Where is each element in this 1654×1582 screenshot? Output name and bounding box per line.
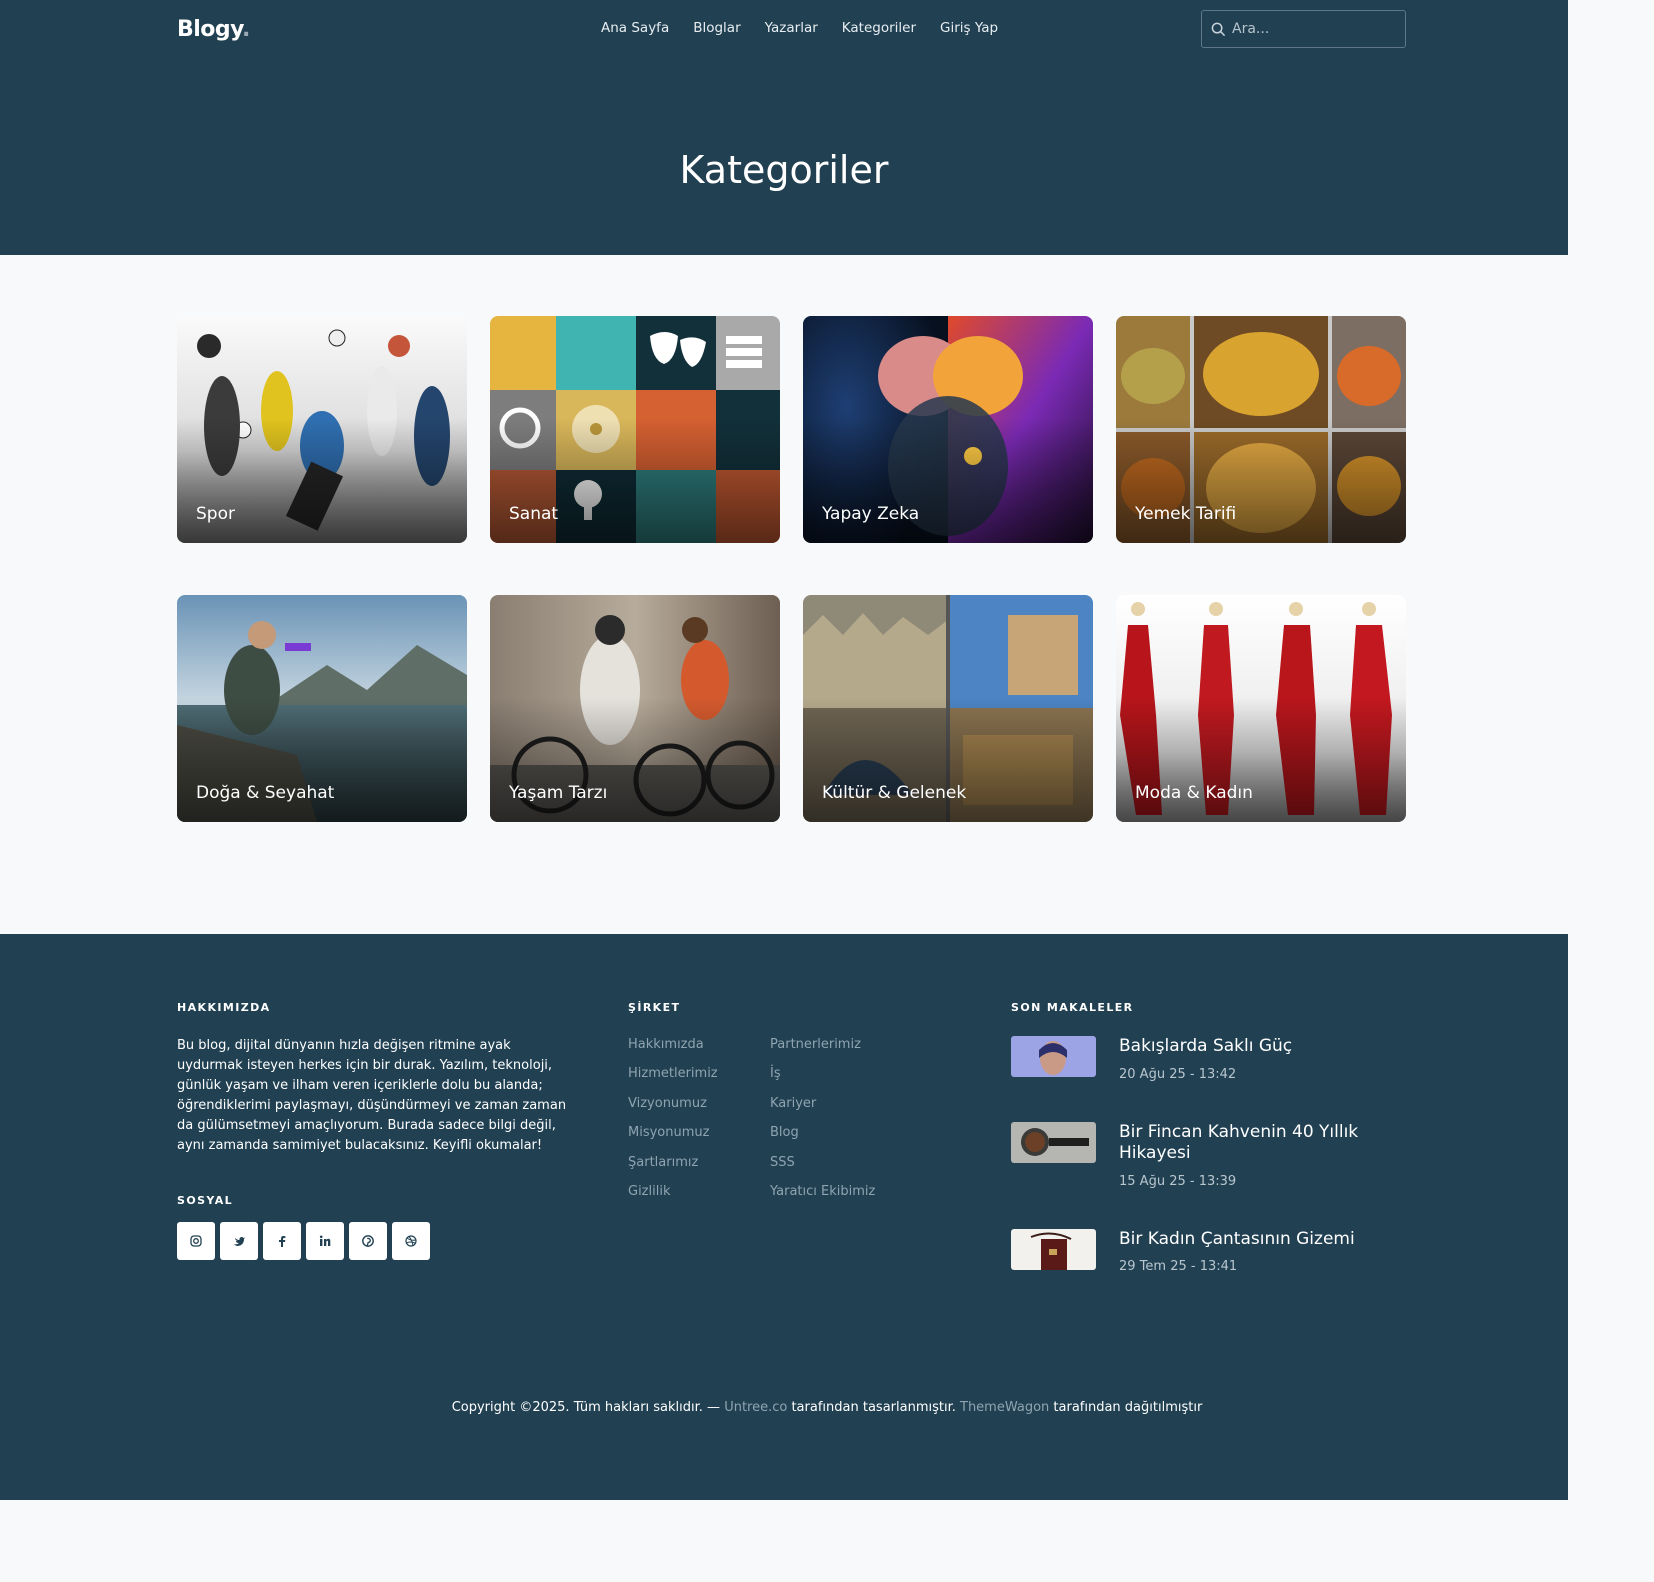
nav-authors[interactable]: Yazarlar (765, 20, 818, 36)
nav-home[interactable]: Ana Sayfa (601, 20, 669, 36)
main-menu: Ana Sayfa Bloglar Yazarlar Kategoriler G… (601, 20, 998, 36)
social-heading: SOSYAL (177, 1194, 234, 1207)
category-card-doga-seyahat[interactable]: Doğa & Seyahat (177, 595, 467, 822)
footer-link-hizmetlerimiz[interactable]: Hizmetlerimiz (628, 1066, 718, 1095)
post-title[interactable]: Bir Kadın Çantasının Gizemi (1119, 1229, 1389, 1250)
footer-link-hakkimizda[interactable]: Hakkımızda (628, 1037, 718, 1066)
category-label: Spor (196, 504, 235, 524)
dribbble-icon[interactable] (392, 1222, 430, 1260)
category-card-moda-kadin[interactable]: Moda & Kadın (1116, 595, 1406, 822)
distributor-suffix: tarafından dağıtılmıştır (1049, 1400, 1203, 1415)
page-title: Kategoriler (679, 148, 889, 192)
category-grid: Spor Sanat Yapay Zeka Yemek Tarifi Doğa … (177, 316, 1406, 822)
post-date: 29 Tem 25 - 13:41 (1119, 1259, 1238, 1274)
company-links-col1: Hakkımızda Hizmetlerimiz Vizyonumuz Misy… (628, 1037, 718, 1213)
footer-link-gizlilik[interactable]: Gizlilik (628, 1184, 718, 1213)
category-label: Yaşam Tarzı (509, 783, 608, 803)
category-label: Doğa & Seyahat (196, 783, 335, 803)
about-text: Bu blog, dijital dünyanın hızla değişen … (177, 1038, 567, 1153)
logo-text: Blogy (177, 17, 243, 42)
pinterest-icon[interactable] (349, 1222, 387, 1260)
hero-header: Blogy. Ana Sayfa Bloglar Yazarlar Katego… (0, 0, 1568, 255)
category-label: Kültür & Gelenek (822, 783, 967, 803)
footer-link-misyonumuz[interactable]: Misyonumuz (628, 1125, 718, 1154)
search-icon (1211, 22, 1226, 36)
footer-link-is[interactable]: İş (770, 1066, 875, 1095)
post-thumbnail (1011, 1036, 1096, 1077)
category-label: Yapay Zeka (822, 504, 920, 524)
site-footer (0, 934, 1568, 1500)
post-thumbnail (1011, 1229, 1096, 1270)
facebook-icon[interactable] (263, 1222, 301, 1260)
site-logo[interactable]: Blogy. (177, 17, 250, 42)
company-links-col2: Partnerlerimiz İş Kariyer Blog SSS Yarat… (770, 1037, 875, 1213)
category-label: Moda & Kadın (1135, 783, 1253, 803)
category-label: Sanat (509, 504, 559, 524)
post-thumbnail (1011, 1122, 1096, 1163)
footer-link-vizyonumuz[interactable]: Vizyonumuz (628, 1096, 718, 1125)
category-card-sanat[interactable]: Sanat (490, 316, 780, 543)
category-card-yemek-tarifi[interactable]: Yemek Tarifi (1116, 316, 1406, 543)
category-card-spor[interactable]: Spor (177, 316, 467, 543)
logo-dot: . (242, 17, 250, 42)
company-heading: ŞİRKET (628, 1001, 681, 1014)
category-label: Yemek Tarifi (1135, 504, 1237, 524)
instagram-icon[interactable] (177, 1222, 215, 1260)
distributor-link[interactable]: ThemeWagon (960, 1400, 1049, 1415)
nav-categories[interactable]: Kategoriler (842, 20, 916, 36)
footer-link-partnerlerimiz[interactable]: Partnerlerimiz (770, 1037, 875, 1066)
post-date: 20 Ağu 25 - 13:42 (1119, 1067, 1237, 1082)
footer-link-sartlarimiz[interactable]: Şartlarımız (628, 1155, 718, 1184)
about-heading: HAKKIMIZDA (177, 1001, 271, 1014)
search-box[interactable] (1201, 10, 1406, 48)
top-navbar: Blogy. Ana Sayfa Bloglar Yazarlar Katego… (0, 0, 1568, 58)
copyright-line: Copyright ©2025. Tüm hakları saklıdır. —… (0, 1400, 1654, 1415)
copyright-prefix: Copyright ©2025. Tüm hakları saklıdır. — (451, 1400, 725, 1415)
footer-link-kariyer[interactable]: Kariyer (770, 1096, 875, 1125)
nav-login[interactable]: Giriş Yap (940, 20, 998, 36)
category-card-kultur-gelenek[interactable]: Kültür & Gelenek (803, 595, 1093, 822)
footer-link-blog[interactable]: Blog (770, 1125, 875, 1154)
designer-suffix: tarafından tasarlanmıştır. (787, 1400, 960, 1415)
post-title[interactable]: Bir Fincan Kahvenin 40 Yıllık Hikayesi (1119, 1122, 1389, 1164)
linkedin-icon[interactable] (306, 1222, 344, 1260)
social-links (177, 1222, 430, 1260)
designer-link[interactable]: Untree.co (724, 1400, 787, 1415)
category-card-yapay-zeka[interactable]: Yapay Zeka (803, 316, 1093, 543)
post-date: 15 Ağu 25 - 13:39 (1119, 1174, 1237, 1189)
nav-blogs[interactable]: Bloglar (693, 20, 740, 36)
twitter-icon[interactable] (220, 1222, 258, 1260)
post-title[interactable]: Bakışlarda Saklı Güç (1119, 1036, 1389, 1057)
search-input[interactable] (1232, 21, 1392, 37)
footer-link-sss[interactable]: SSS (770, 1155, 875, 1184)
footer-link-yaratici-ekibimiz[interactable]: Yaratıcı Ekibimiz (770, 1184, 875, 1213)
category-card-yasam-tarzi[interactable]: Yaşam Tarzı (490, 595, 780, 822)
recent-posts-heading: SON MAKALELER (1011, 1001, 1134, 1014)
